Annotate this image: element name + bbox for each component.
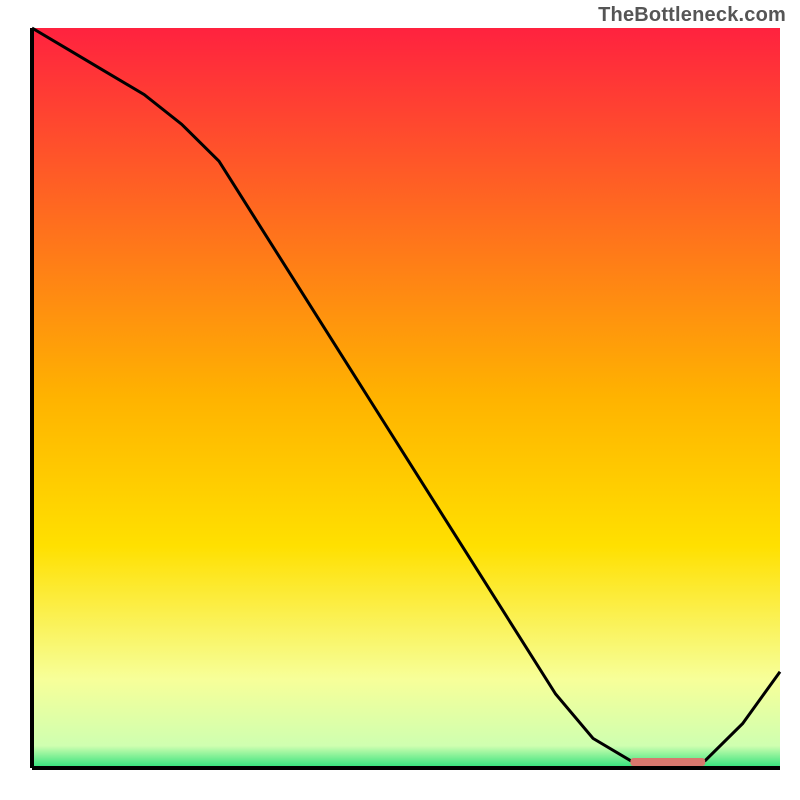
bottleneck-chart: [0, 0, 800, 800]
chart-container: TheBottleneck.com: [0, 0, 800, 800]
optimum-band-marker: [630, 758, 705, 766]
plot-background: [32, 28, 780, 768]
